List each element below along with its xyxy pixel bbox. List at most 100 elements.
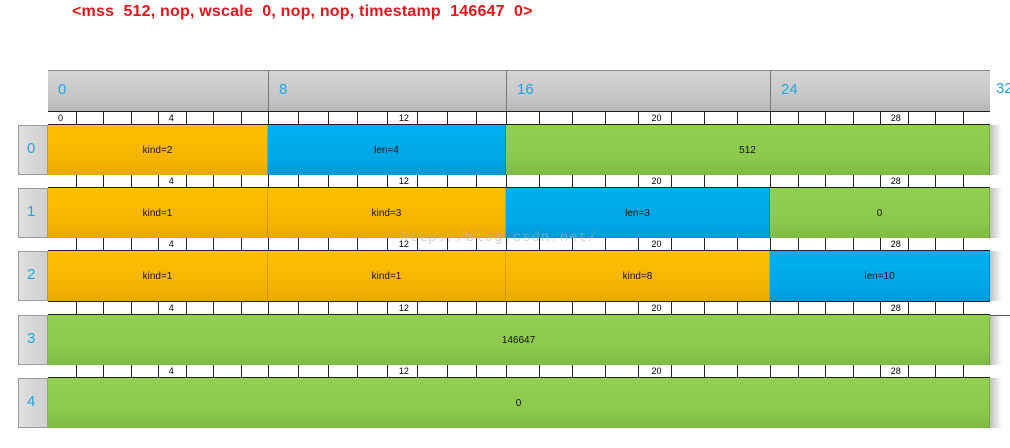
- ruler-tick: [446, 112, 448, 124]
- row-label: 0: [18, 125, 48, 175]
- ruler-tick: [357, 238, 359, 250]
- ruler-tick: [671, 112, 672, 124]
- row-shadow: [990, 125, 1002, 175]
- ruler-label: 0: [58, 113, 64, 123]
- ruler-tick: [130, 238, 132, 250]
- ruler-tick: [387, 365, 388, 377]
- ruler-tick: [770, 238, 771, 250]
- ruler-tick: [572, 112, 573, 124]
- ruler-tick: [880, 238, 881, 250]
- ruler-tick: [506, 175, 507, 187]
- ruler-tick: [770, 112, 771, 124]
- bit-ruler: 4 12 20 28: [48, 174, 990, 188]
- header-cell-24: 24: [770, 71, 990, 111]
- ruler-tick: [638, 302, 639, 314]
- ruler-tick: [907, 365, 909, 377]
- ruler-tick: [907, 238, 909, 250]
- ruler-tick: [907, 112, 909, 124]
- ruler-tick: [158, 238, 159, 250]
- ruler-tick: [770, 302, 771, 314]
- ruler-tick: [446, 175, 448, 187]
- ruler-tick: [506, 302, 507, 314]
- ruler-label: 28: [890, 176, 901, 186]
- row-shadow: [990, 315, 1002, 365]
- ruler-tick: [852, 302, 854, 314]
- header-bit-24: 24: [781, 81, 798, 98]
- ruler-tick: [962, 112, 964, 124]
- ruler-tick: [158, 365, 159, 377]
- ruler-label: 12: [398, 176, 409, 186]
- ruler-tick: [935, 238, 936, 250]
- option-row: kind=1 kind=1 kind=8 len=10: [48, 251, 990, 301]
- ruler-tick: [240, 302, 242, 314]
- option-field: 512: [506, 125, 990, 175]
- bit-ruler: 4 12 20 28: [48, 364, 990, 378]
- ruler-tick: [704, 112, 705, 124]
- ruler-tick: [506, 365, 507, 377]
- ruler-tick: [185, 112, 187, 124]
- ruler-tick: [797, 238, 799, 250]
- ruler-tick: [158, 175, 159, 187]
- ruler-tick: [704, 302, 705, 314]
- ruler-tick: [268, 302, 269, 314]
- ruler-tick: [268, 365, 269, 377]
- row-number: 1: [27, 203, 36, 220]
- ruler-tick: [671, 238, 672, 250]
- ruler-label: 20: [651, 113, 662, 123]
- ruler-tick: [962, 365, 964, 377]
- ruler-tick: [935, 112, 936, 124]
- ruler-label: 20: [651, 303, 662, 313]
- ruler-tick: [935, 175, 936, 187]
- ruler-tick: [213, 175, 214, 187]
- ruler-tick: [935, 302, 936, 314]
- ruler-tick: [962, 238, 964, 250]
- ruler-tick: [572, 175, 573, 187]
- ruler-tick: [75, 302, 77, 314]
- ruler-tick: [103, 112, 104, 124]
- ruler-tick: [416, 365, 418, 377]
- bit-ruler: 4 12 20 28: [48, 301, 990, 315]
- header-cell-8: 8: [268, 71, 506, 111]
- row-shadow: [990, 251, 1002, 301]
- ruler-tick: [605, 365, 606, 377]
- header-bit-16: 16: [517, 81, 534, 98]
- ruler-tick: [387, 302, 388, 314]
- ruler-tick: [852, 112, 854, 124]
- ruler-tick: [737, 238, 738, 250]
- ruler-tick: [213, 238, 214, 250]
- ruler-tick: [476, 112, 478, 124]
- ruler-tick: [185, 175, 187, 187]
- row-shadow: [990, 378, 1002, 428]
- row-label: 3: [18, 315, 48, 365]
- ruler-tick: [130, 302, 132, 314]
- ruler-tick: [75, 175, 77, 187]
- ruler-tick: [737, 175, 738, 187]
- ruler-tick: [240, 175, 242, 187]
- ruler-tick: [327, 238, 329, 250]
- ruler-tick: [572, 302, 573, 314]
- ruler-tick: [240, 365, 242, 377]
- ruler-tick: [75, 365, 77, 377]
- ruler-tick: [103, 175, 104, 187]
- ruler-tick: [671, 175, 672, 187]
- ruler-tick: [185, 302, 187, 314]
- watermark: http://blog.csdn.net/: [400, 230, 598, 246]
- ruler-tick: [907, 302, 909, 314]
- ruler-label: 4: [168, 239, 174, 249]
- ruler-tick: [825, 112, 826, 124]
- ruler-tick: [268, 112, 269, 124]
- ruler-tick: [387, 175, 388, 187]
- ruler-tick: [671, 302, 672, 314]
- row-number: 2: [27, 266, 36, 283]
- option-field: len=4: [268, 125, 506, 175]
- ruler-tick: [213, 112, 214, 124]
- row-label: 2: [18, 251, 48, 301]
- ruler-tick: [880, 302, 881, 314]
- ruler-tick: [825, 365, 826, 377]
- ruler-label: 4: [168, 113, 174, 123]
- ruler-tick: [75, 112, 77, 124]
- ruler-tick: [935, 365, 936, 377]
- ruler-tick: [476, 175, 478, 187]
- ruler-tick: [539, 365, 540, 377]
- ruler-tick: [130, 365, 132, 377]
